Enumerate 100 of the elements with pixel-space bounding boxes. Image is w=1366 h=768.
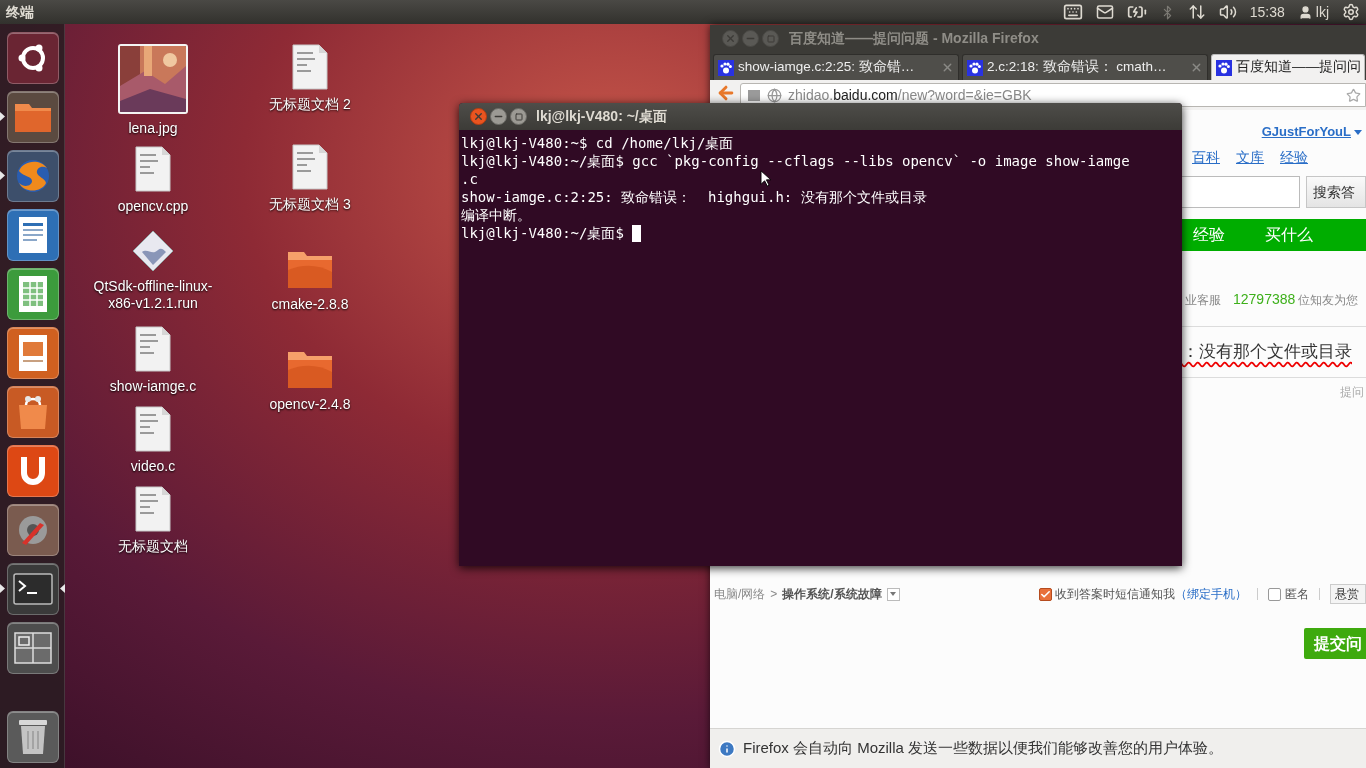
page-icon xyxy=(747,88,761,102)
file-label: 无标题文档 3 xyxy=(268,196,352,213)
text-file-icon xyxy=(135,326,171,372)
close-icon xyxy=(725,33,736,44)
launcher-button[interactable] xyxy=(6,326,59,379)
user-icon[interactable] xyxy=(1297,4,1313,20)
volume-icon[interactable] xyxy=(1218,3,1237,21)
maximize-button[interactable] xyxy=(510,108,527,125)
browser-tab[interactable]: 2.c:2:18: 致命错误： cmath… xyxy=(962,54,1208,80)
launcher-button[interactable] xyxy=(6,208,59,261)
document-icon xyxy=(16,214,49,255)
count-caption: 位知友为您 xyxy=(1298,292,1359,309)
back-icon[interactable] xyxy=(716,83,736,103)
maximize-icon xyxy=(766,34,775,43)
terminal-line: lkj@lkj-V480:~/桌面$ gcc `pkg-config --cflags --libs opencv` -o image show-iamge xyxy=(461,152,1130,170)
launcher-button[interactable] xyxy=(6,503,59,556)
launcher-button[interactable] xyxy=(6,149,59,202)
browser-tab[interactable]: 百度知道——提问问 xyxy=(1211,54,1365,80)
mail-icon[interactable] xyxy=(1095,3,1114,21)
question-title-field[interactable]: ：没有那个文件或目录 xyxy=(1182,327,1366,377)
search-button[interactable]: 搜索答 xyxy=(1306,176,1366,208)
file-label: QtSdk-offline-linux-x86-v1.2.1.run xyxy=(92,278,214,312)
file-label: lena.jpg xyxy=(127,120,179,137)
package-icon xyxy=(132,230,174,272)
user-link[interactable]: GJustForYouL xyxy=(1261,122,1351,142)
text-file-icon xyxy=(135,146,171,192)
globe-icon xyxy=(767,87,782,103)
keyboard-icon[interactable] xyxy=(1062,2,1083,22)
caret-icon xyxy=(1354,129,1362,135)
text-file-icon xyxy=(292,44,328,90)
terminal-line: lkj@lkj-V480:~/桌面$ xyxy=(461,224,625,242)
user-count: 12797388 xyxy=(1233,290,1296,309)
paw-icon xyxy=(1216,59,1232,76)
checkbox-label: 收到答案时短信通知我 xyxy=(1055,586,1175,603)
caret-icon xyxy=(890,592,897,596)
terminal-line: show-iamge.c:2:25: 致命错误： highgui.h: 没有那个文件或目录 xyxy=(461,188,927,206)
launcher-button[interactable] xyxy=(6,267,59,320)
launcher-button[interactable] xyxy=(6,710,59,763)
path-separator: > xyxy=(770,586,778,603)
launcher-button[interactable] xyxy=(6,444,59,497)
terminal-line: lkj@lkj-V480:~$ cd /home/lkj/桌面 xyxy=(461,134,734,152)
text-file-icon xyxy=(135,406,171,452)
hint-text: 提问 xyxy=(1340,384,1365,401)
nav-link[interactable]: 文库 xyxy=(1236,146,1264,168)
terminal-line: 编译中断。 xyxy=(461,206,531,224)
launcher-button[interactable] xyxy=(6,31,59,84)
user-name[interactable]: lkj xyxy=(1315,1,1329,23)
search-field[interactable] xyxy=(1182,176,1300,208)
category-dropdown[interactable] xyxy=(886,587,900,601)
file-label: show-iamge.c xyxy=(108,378,198,395)
close-button[interactable] xyxy=(470,108,487,125)
workspaces-icon xyxy=(13,631,52,664)
file-label: 无标题文档 2 xyxy=(268,96,352,113)
pointer-icon xyxy=(760,170,771,187)
text-file-icon xyxy=(292,144,328,190)
info-icon xyxy=(718,739,736,758)
checkbox-label: 匿名 xyxy=(1285,586,1309,603)
nav-link[interactable]: 百科 xyxy=(1192,146,1220,168)
url-text: zhidao.baidu.com/new?word=&ie=GBK xyxy=(788,85,1032,105)
tab-label: 2.c:2:18: 致命错误： cmath… xyxy=(987,58,1167,77)
file-label: opencv.cpp xyxy=(116,198,190,215)
maximize-icon xyxy=(514,112,523,121)
spreadsheet-icon xyxy=(16,273,49,314)
network-icon[interactable] xyxy=(1187,3,1206,21)
file-label: 无标题文档 xyxy=(117,538,189,555)
browser-tab[interactable]: show-iamge.c:2:25: 致命错… xyxy=(713,54,959,80)
launcher-button[interactable] xyxy=(6,90,59,143)
category-path[interactable]: 电脑/网络 xyxy=(714,585,766,603)
window-title: lkj@lkj-V480: ~/桌面 xyxy=(536,107,667,126)
tab-label: 百度知道——提问问 xyxy=(1236,58,1361,77)
window-title: 百度知道——提问问题 - Mozilla Firefox xyxy=(789,29,1039,48)
checkbox[interactable] xyxy=(1039,587,1052,601)
checkbox[interactable] xyxy=(1268,587,1281,601)
trash-icon xyxy=(16,717,49,756)
launcher-button[interactable] xyxy=(6,621,59,674)
launcher-button[interactable] xyxy=(6,385,59,438)
star-icon[interactable] xyxy=(1346,87,1361,103)
file-label: opencv-2.4.8 xyxy=(268,396,352,413)
check-icon xyxy=(1040,588,1051,600)
paw-icon xyxy=(967,59,983,76)
terminal-icon xyxy=(12,572,53,605)
nav-link[interactable]: 经验 xyxy=(1280,146,1308,168)
bind-phone-link[interactable]: （绑定手机） xyxy=(1175,585,1247,603)
service-text: 业客服 xyxy=(1185,292,1221,309)
paw-icon xyxy=(718,59,734,76)
app-title: 终端 xyxy=(6,2,34,22)
notification-text: Firefox 会自动向 Mozilla 发送一些数据以便我们能够改善您的用户体验。 xyxy=(743,738,1224,759)
presentation-icon xyxy=(16,332,49,373)
category-current: 操作系统/系统故障 xyxy=(782,586,882,603)
file-label: video.c xyxy=(129,458,177,475)
close-icon xyxy=(473,111,484,122)
launcher-button[interactable] xyxy=(6,562,59,615)
text-file-icon xyxy=(135,486,171,532)
terminal-line: .c xyxy=(461,170,478,188)
reward-button[interactable]: 悬赏 xyxy=(1330,584,1366,604)
tab-label: show-iamge.c:2:25: 致命错… xyxy=(738,58,915,77)
gear-icon[interactable] xyxy=(1342,3,1360,21)
file-label: cmake-2.8.8 xyxy=(270,296,350,313)
minimize-button[interactable] xyxy=(490,108,507,125)
clock[interactable]: 15:38 xyxy=(1249,1,1285,23)
